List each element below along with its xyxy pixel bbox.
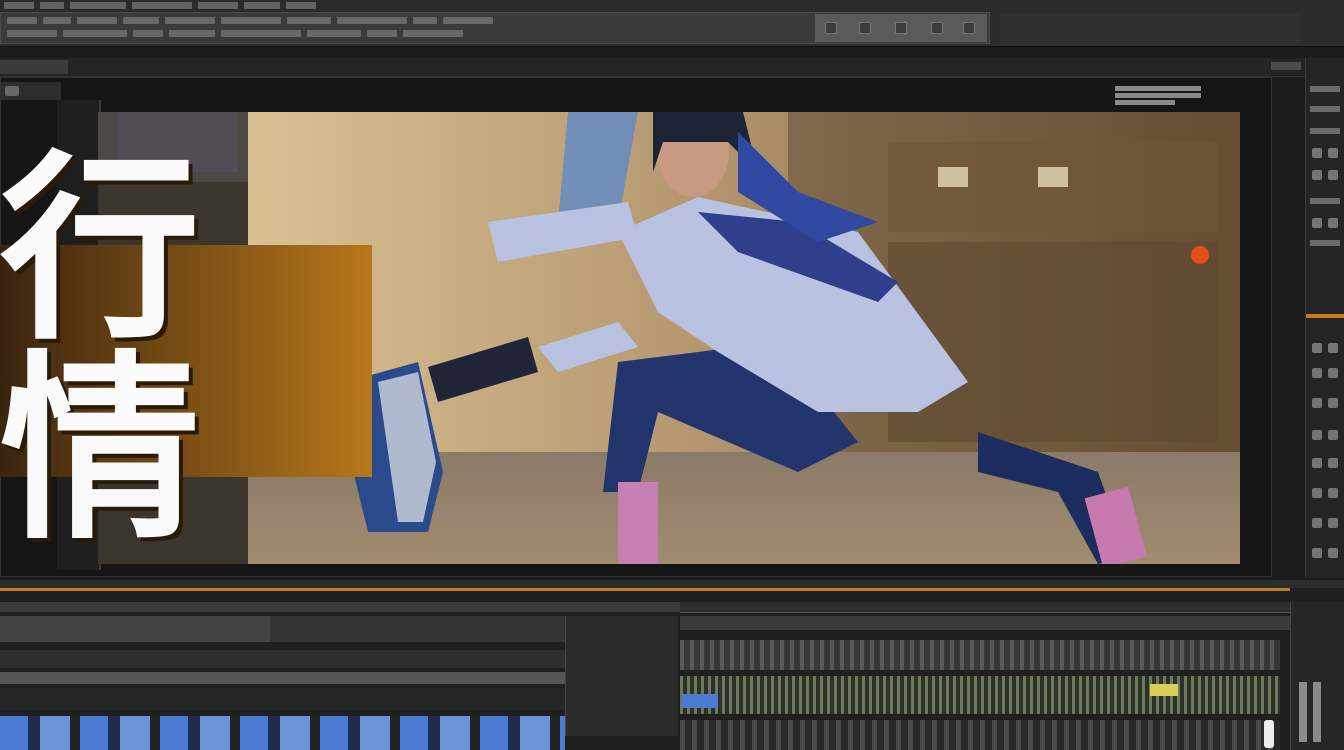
- toolbar-item[interactable]: [40, 2, 64, 9]
- toolbar-item[interactable]: [403, 30, 463, 37]
- lock-icon[interactable]: [1312, 218, 1322, 228]
- viewer-header-controls[interactable]: [1271, 62, 1301, 70]
- toolbar-item[interactable]: [198, 2, 238, 9]
- track-controls[interactable]: [565, 616, 678, 736]
- marker-icon[interactable]: [895, 22, 907, 34]
- panel-label: [1310, 128, 1340, 134]
- marker-icon[interactable]: [1312, 548, 1322, 558]
- toolbar-item[interactable]: [123, 17, 159, 24]
- toolbar-item[interactable]: [337, 17, 407, 24]
- track-lane[interactable]: [0, 672, 565, 684]
- playhead-bar[interactable]: [0, 588, 1290, 591]
- timeline-ruler[interactable]: [680, 602, 1290, 613]
- viewer-menu-icon[interactable]: [5, 86, 19, 96]
- right-panel: [1305, 58, 1344, 578]
- toolbar-item[interactable]: [4, 2, 34, 9]
- toolbar-item[interactable]: [63, 30, 127, 37]
- panel-label: [1310, 198, 1340, 204]
- toolbar-item[interactable]: [132, 2, 192, 9]
- timeline-panel: [0, 580, 1344, 750]
- marker-icon[interactable]: [1328, 368, 1338, 378]
- volume-meter: [1299, 682, 1307, 742]
- settings-icon[interactable]: [1328, 148, 1338, 158]
- video-clip[interactable]: [0, 716, 565, 750]
- eye-icon[interactable]: [1328, 170, 1338, 180]
- settings-icon[interactable]: [1312, 148, 1322, 158]
- toolbar-item[interactable]: [169, 30, 215, 37]
- track-lane[interactable]: [680, 616, 1290, 630]
- play-icon[interactable]: [1328, 398, 1338, 408]
- audio-clip[interactable]: [680, 676, 1280, 714]
- toolbar-item[interactable]: [221, 17, 281, 24]
- track-lane[interactable]: [0, 650, 565, 668]
- toolbar-extra: [1000, 14, 1300, 44]
- lock-icon[interactable]: [931, 22, 943, 34]
- audio-clip[interactable]: [680, 640, 1280, 670]
- panel-label: [1310, 106, 1340, 112]
- timeline-header: [0, 580, 1344, 588]
- clip-marker[interactable]: [1150, 684, 1178, 696]
- toolbar-item[interactable]: [77, 17, 117, 24]
- toolbar-row-3: [7, 30, 463, 40]
- viewer-header: [0, 58, 1305, 77]
- title-card: 行情: [0, 151, 372, 551]
- play-icon[interactable]: [859, 22, 871, 34]
- lock-icon[interactable]: [1328, 518, 1338, 528]
- settings-icon[interactable]: [825, 22, 837, 34]
- title-overlay-text: 行情: [0, 134, 200, 567]
- toolbar-item[interactable]: [221, 30, 301, 37]
- toolbar-item[interactable]: [7, 30, 57, 37]
- timeline-side-panel: [1290, 602, 1344, 750]
- toolbar-item[interactable]: [70, 2, 126, 9]
- toolbar-item[interactable]: [287, 17, 331, 24]
- eye-icon[interactable]: [963, 22, 975, 34]
- toolbar-item[interactable]: [244, 2, 280, 9]
- track-header[interactable]: [270, 616, 565, 642]
- toolbar-item[interactable]: [286, 2, 316, 9]
- eye-icon[interactable]: [1312, 170, 1322, 180]
- toolbar-row-1: [4, 2, 316, 12]
- top-toolbar: [0, 0, 1344, 47]
- toolbar-item[interactable]: [7, 17, 37, 24]
- toolbar-item[interactable]: [43, 17, 71, 24]
- toolbar-item[interactable]: [443, 17, 493, 24]
- viewer-subheader: [1, 82, 61, 100]
- toolbar-item[interactable]: [307, 30, 361, 37]
- panel-label: [1310, 86, 1340, 92]
- lock-icon[interactable]: [1312, 518, 1322, 528]
- audio-clip[interactable]: [680, 720, 1280, 750]
- timeline-toolbar[interactable]: [0, 602, 680, 612]
- panel-label: [1310, 240, 1340, 246]
- close-icon[interactable]: [1312, 430, 1322, 440]
- toolbar-row-2: [7, 17, 493, 27]
- lock-icon[interactable]: [1328, 218, 1338, 228]
- marker-icon[interactable]: [1328, 343, 1338, 353]
- panel-divider-accent: [1306, 314, 1344, 318]
- viewer-tab[interactable]: [0, 60, 68, 74]
- settings-icon[interactable]: [1312, 458, 1322, 468]
- toolbar-item[interactable]: [165, 17, 215, 24]
- track-header[interactable]: [0, 616, 270, 642]
- marker-icon[interactable]: [1312, 343, 1322, 353]
- toolbar-item[interactable]: [413, 17, 437, 24]
- marker-icon[interactable]: [1328, 548, 1338, 558]
- play-icon[interactable]: [1312, 398, 1322, 408]
- eye-icon[interactable]: [1328, 488, 1338, 498]
- toolbar-icon-group: [815, 14, 987, 42]
- scrollbar-handle[interactable]: [1264, 720, 1274, 748]
- toolbar-item[interactable]: [367, 30, 397, 37]
- toolbar-item[interactable]: [133, 30, 163, 37]
- track-lane[interactable]: [0, 688, 565, 710]
- clip-marker[interactable]: [682, 694, 718, 708]
- volume-meter: [1313, 682, 1321, 742]
- close-icon[interactable]: [1328, 430, 1338, 440]
- eye-icon[interactable]: [1312, 488, 1322, 498]
- settings-icon[interactable]: [1328, 458, 1338, 468]
- marker-icon[interactable]: [1312, 368, 1322, 378]
- viewer-info: [1115, 84, 1201, 106]
